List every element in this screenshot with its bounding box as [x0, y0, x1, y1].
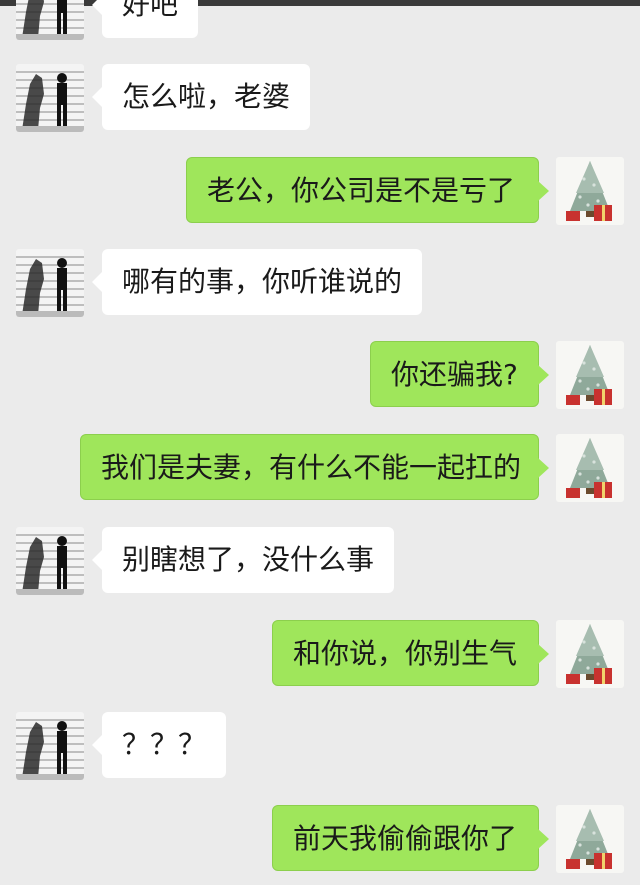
christmas-tree-photo-icon[interactable] — [556, 341, 624, 409]
walking-man-photo-icon[interactable] — [16, 712, 84, 780]
message-bubble[interactable]: 怎么啦，老婆 — [91, 64, 311, 130]
incoming-message: 怎么啦，老婆 — [0, 64, 640, 144]
outgoing-message: 老公，你公司是不是亏了 — [0, 157, 640, 237]
christmas-tree-photo-icon[interactable] — [556, 620, 624, 688]
message-bubble[interactable]: 好吧 — [91, 0, 199, 38]
incoming-message: 哪有的事，你听谁说的 — [0, 249, 640, 329]
message-bubble[interactable]: 你还骗我? — [370, 341, 549, 407]
christmas-tree-photo-icon[interactable] — [556, 805, 624, 873]
outgoing-message: 前天我偷偷跟你了 — [0, 805, 640, 885]
incoming-message: 好吧 — [0, 0, 640, 52]
message-bubble[interactable]: 别瞎想了，没什么事 — [91, 527, 395, 593]
incoming-message: 别瞎想了，没什么事 — [0, 527, 640, 607]
walking-man-photo-icon[interactable] — [16, 0, 84, 40]
message-bubble[interactable]: ？？？ — [91, 712, 227, 778]
outgoing-message: 你还骗我? — [0, 341, 640, 421]
christmas-tree-photo-icon[interactable] — [556, 434, 624, 502]
incoming-message: ？？？ — [0, 712, 640, 792]
message-bubble[interactable]: 和你说，你别生气 — [272, 620, 549, 686]
message-bubble[interactable]: 前天我偷偷跟你了 — [272, 805, 549, 871]
message-bubble[interactable]: 我们是夫妻，有什么不能一起扛的 — [80, 434, 549, 500]
message-bubble[interactable]: 哪有的事，你听谁说的 — [91, 249, 423, 315]
outgoing-message: 我们是夫妻，有什么不能一起扛的 — [0, 434, 640, 514]
message-bubble[interactable]: 老公，你公司是不是亏了 — [186, 157, 549, 223]
outgoing-message: 和你说，你别生气 — [0, 620, 640, 700]
walking-man-photo-icon[interactable] — [16, 527, 84, 595]
walking-man-photo-icon[interactable] — [16, 249, 84, 317]
walking-man-photo-icon[interactable] — [16, 64, 84, 132]
christmas-tree-photo-icon[interactable] — [556, 157, 624, 225]
